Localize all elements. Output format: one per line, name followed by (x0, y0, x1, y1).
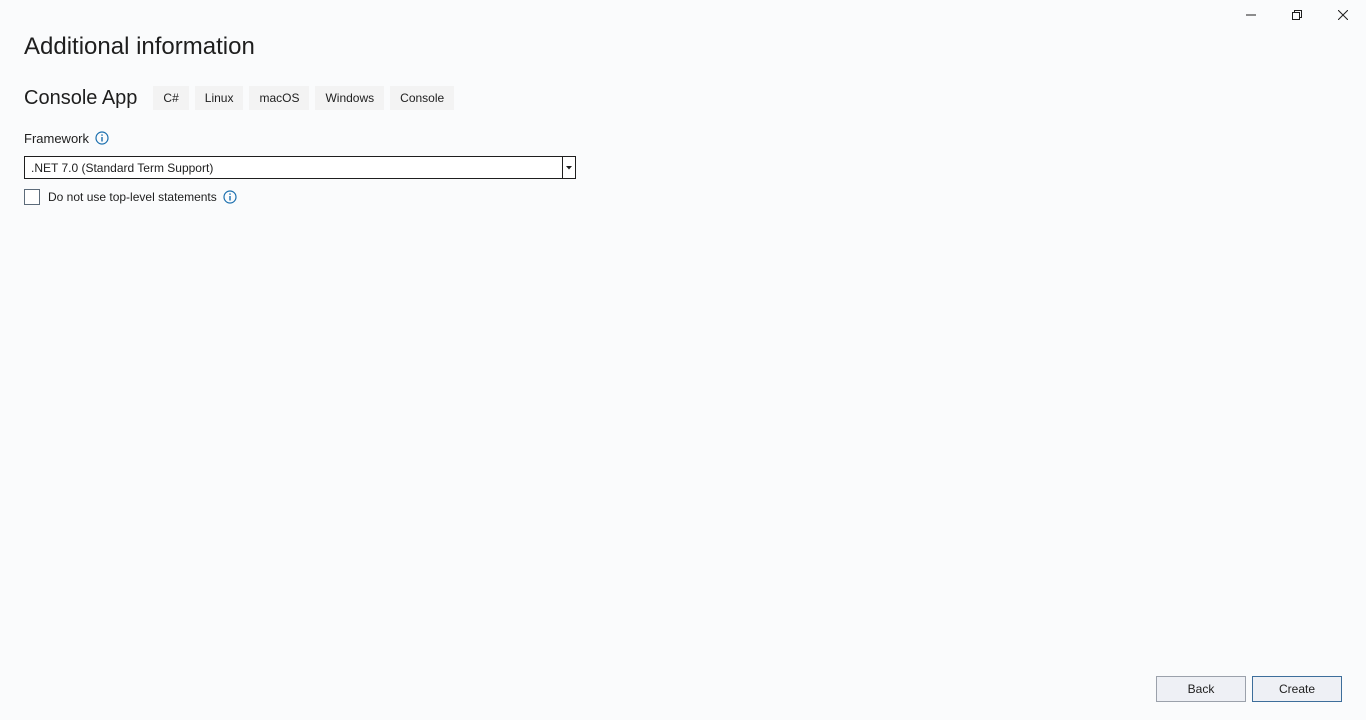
info-icon[interactable] (95, 131, 109, 145)
top-level-statements-option: Do not use top-level statements (24, 188, 237, 206)
tag-platform-linux: Linux (194, 86, 244, 110)
top-level-statements-checkbox[interactable] (24, 189, 40, 205)
window-controls (1228, 0, 1366, 30)
template-name: Console App (24, 87, 138, 109)
tag-platform-macos: macOS (249, 86, 310, 110)
framework-selected-value: .NET 7.0 (Standard Term Support) (31, 160, 214, 175)
close-button[interactable] (1320, 0, 1366, 30)
close-icon (1338, 10, 1348, 20)
page-title: Additional information (24, 33, 255, 60)
tag-platform-windows: Windows (315, 86, 385, 110)
framework-label: Framework (24, 130, 90, 146)
back-button[interactable]: Back (1156, 676, 1246, 702)
dialog-window: Additional information Console App C# Li… (0, 0, 1366, 720)
dropdown-arrow-icon[interactable] (562, 157, 575, 178)
minimize-button[interactable] (1228, 0, 1274, 30)
create-button[interactable]: Create (1252, 676, 1342, 702)
minimize-icon (1246, 10, 1256, 20)
tag-project-type: Console (390, 86, 455, 110)
restore-button[interactable] (1274, 0, 1320, 30)
top-level-statements-label[interactable]: Do not use top-level statements (48, 190, 217, 204)
info-icon[interactable] (223, 190, 237, 204)
tag-language: C# (153, 86, 189, 110)
restore-icon (1292, 10, 1302, 20)
template-summary: Console App C# Linux macOS Windows Conso… (24, 86, 460, 110)
framework-label-row: Framework (24, 129, 109, 147)
framework-select[interactable]: .NET 7.0 (Standard Term Support) (24, 156, 576, 179)
